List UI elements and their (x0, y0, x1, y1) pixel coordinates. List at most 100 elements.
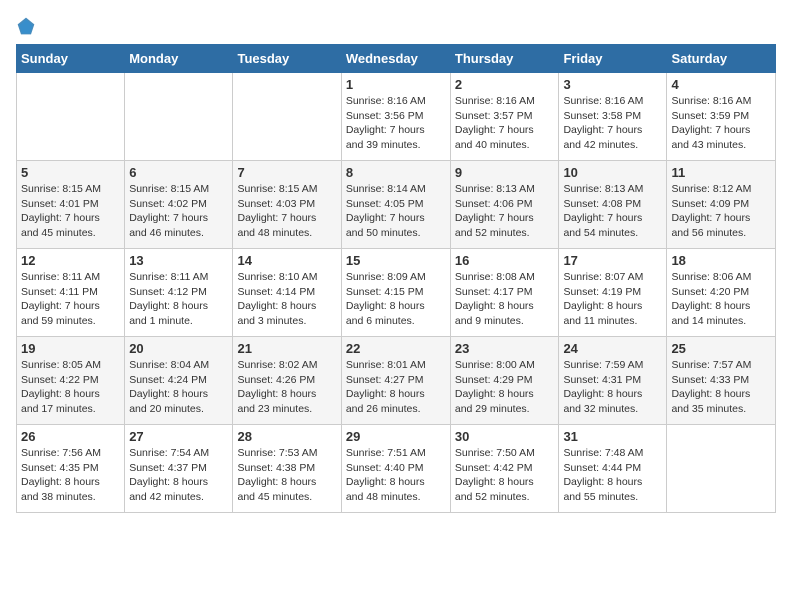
calendar-cell: 3 Sunrise: 8:16 AM Sunset: 3:58 PM Daylig… (559, 73, 667, 161)
day-number: 22 (346, 341, 446, 356)
calendar-cell: 27 Sunrise: 7:54 AM Sunset: 4:37 PM Dayli… (125, 425, 233, 513)
calendar-cell: 24Sunrise: 7:59 AM Sunset: 4:31 PM Dayli… (559, 337, 667, 425)
day-info: Sunrise: 8:11 AM Sunset: 4:12 PM Dayligh… (129, 270, 228, 329)
calendar-cell: 15 Sunrise: 8:09 AM Sunset: 4:15 PM Dayli… (341, 249, 450, 337)
day-info: Sunrise: 8:00 AM Sunset: 4:29 PM Dayligh… (455, 358, 555, 417)
day-number: 19 (21, 341, 120, 356)
calendar-cell (233, 73, 341, 161)
calendar-cell: 26 Sunrise: 7:56 AM Sunset: 4:35 PM Dayli… (17, 425, 125, 513)
calendar-cell: 25 Sunrise: 7:57 AM Sunset: 4:33 PM Dayli… (667, 337, 776, 425)
day-info: Sunrise: 8:13 AM Sunset: 4:06 PM Dayligh… (455, 182, 555, 241)
weekday-header-monday: Monday (125, 45, 233, 73)
day-number: 1 (346, 77, 446, 92)
day-info: Sunrise: 8:01 AM Sunset: 4:27 PM Dayligh… (346, 358, 446, 417)
day-number: 8 (346, 165, 446, 180)
calendar-cell: 16Sunrise: 8:08 AM Sunset: 4:17 PM Dayli… (450, 249, 559, 337)
day-info: Sunrise: 8:05 AM Sunset: 4:22 PM Dayligh… (21, 358, 120, 417)
calendar-cell: 31Sunrise: 7:48 AM Sunset: 4:44 PM Dayli… (559, 425, 667, 513)
calendar-cell: 23 Sunrise: 8:00 AM Sunset: 4:29 PM Dayli… (450, 337, 559, 425)
calendar-cell: 22 Sunrise: 8:01 AM Sunset: 4:27 PM Dayli… (341, 337, 450, 425)
week-row-3: 12 Sunrise: 8:11 AM Sunset: 4:11 PM Dayli… (17, 249, 776, 337)
calendar-cell: 8 Sunrise: 8:14 AM Sunset: 4:05 PM Daylig… (341, 161, 450, 249)
calendar-cell: 13Sunrise: 8:11 AM Sunset: 4:12 PM Dayli… (125, 249, 233, 337)
week-row-4: 19 Sunrise: 8:05 AM Sunset: 4:22 PM Dayli… (17, 337, 776, 425)
day-number: 25 (671, 341, 771, 356)
calendar-cell: 1 Sunrise: 8:16 AM Sunset: 3:56 PM Daylig… (341, 73, 450, 161)
day-info: Sunrise: 8:09 AM Sunset: 4:15 PM Dayligh… (346, 270, 446, 329)
day-number: 12 (21, 253, 120, 268)
day-number: 5 (21, 165, 120, 180)
day-info: Sunrise: 8:16 AM Sunset: 3:58 PM Dayligh… (563, 94, 662, 153)
day-info: Sunrise: 7:53 AM Sunset: 4:38 PM Dayligh… (237, 446, 336, 505)
day-info: Sunrise: 8:14 AM Sunset: 4:05 PM Dayligh… (346, 182, 446, 241)
day-info: Sunrise: 8:12 AM Sunset: 4:09 PM Dayligh… (671, 182, 771, 241)
day-info: Sunrise: 7:48 AM Sunset: 4:44 PM Dayligh… (563, 446, 662, 505)
day-number: 15 (346, 253, 446, 268)
day-info: Sunrise: 8:16 AM Sunset: 3:57 PM Dayligh… (455, 94, 555, 153)
day-info: Sunrise: 8:13 AM Sunset: 4:08 PM Dayligh… (563, 182, 662, 241)
day-info: Sunrise: 8:02 AM Sunset: 4:26 PM Dayligh… (237, 358, 336, 417)
logo-icon (16, 16, 36, 36)
day-info: Sunrise: 7:50 AM Sunset: 4:42 PM Dayligh… (455, 446, 555, 505)
day-info: Sunrise: 8:06 AM Sunset: 4:20 PM Dayligh… (671, 270, 771, 329)
day-info: Sunrise: 8:11 AM Sunset: 4:11 PM Dayligh… (21, 270, 120, 329)
calendar-table: SundayMondayTuesdayWednesdayThursdayFrid… (16, 44, 776, 513)
calendar-cell: 28Sunrise: 7:53 AM Sunset: 4:38 PM Dayli… (233, 425, 341, 513)
calendar-cell: 14 Sunrise: 8:10 AM Sunset: 4:14 PM Dayli… (233, 249, 341, 337)
day-info: Sunrise: 8:16 AM Sunset: 3:59 PM Dayligh… (671, 94, 771, 153)
calendar-cell: 5 Sunrise: 8:15 AM Sunset: 4:01 PM Daylig… (17, 161, 125, 249)
calendar-cell: 11 Sunrise: 8:12 AM Sunset: 4:09 PM Dayli… (667, 161, 776, 249)
day-info: Sunrise: 8:10 AM Sunset: 4:14 PM Dayligh… (237, 270, 336, 329)
calendar-cell: 2Sunrise: 8:16 AM Sunset: 3:57 PM Daylig… (450, 73, 559, 161)
day-number: 6 (129, 165, 228, 180)
day-number: 30 (455, 429, 555, 444)
day-number: 14 (237, 253, 336, 268)
week-row-1: 1 Sunrise: 8:16 AM Sunset: 3:56 PM Daylig… (17, 73, 776, 161)
day-number: 18 (671, 253, 771, 268)
calendar-cell: 30 Sunrise: 7:50 AM Sunset: 4:42 PM Dayli… (450, 425, 559, 513)
day-number: 11 (671, 165, 771, 180)
day-number: 10 (563, 165, 662, 180)
day-number: 20 (129, 341, 228, 356)
calendar-cell: 10 Sunrise: 8:13 AM Sunset: 4:08 PM Dayli… (559, 161, 667, 249)
day-info: Sunrise: 7:57 AM Sunset: 4:33 PM Dayligh… (671, 358, 771, 417)
weekday-header-wednesday: Wednesday (341, 45, 450, 73)
week-row-5: 26 Sunrise: 7:56 AM Sunset: 4:35 PM Dayli… (17, 425, 776, 513)
day-info: Sunrise: 8:08 AM Sunset: 4:17 PM Dayligh… (455, 270, 555, 329)
weekday-header-tuesday: Tuesday (233, 45, 341, 73)
calendar-cell (667, 425, 776, 513)
calendar-cell (17, 73, 125, 161)
calendar-cell: 12 Sunrise: 8:11 AM Sunset: 4:11 PM Dayli… (17, 249, 125, 337)
day-info: Sunrise: 8:04 AM Sunset: 4:24 PM Dayligh… (129, 358, 228, 417)
weekday-header-sunday: Sunday (17, 45, 125, 73)
calendar-cell: 17 Sunrise: 8:07 AM Sunset: 4:19 PM Dayli… (559, 249, 667, 337)
calendar-cell: 7 Sunrise: 8:15 AM Sunset: 4:03 PM Daylig… (233, 161, 341, 249)
day-info: Sunrise: 8:15 AM Sunset: 4:03 PM Dayligh… (237, 182, 336, 241)
day-number: 7 (237, 165, 336, 180)
calendar-cell: 19 Sunrise: 8:05 AM Sunset: 4:22 PM Dayli… (17, 337, 125, 425)
day-info: Sunrise: 8:15 AM Sunset: 4:02 PM Dayligh… (129, 182, 228, 241)
day-info: Sunrise: 7:54 AM Sunset: 4:37 PM Dayligh… (129, 446, 228, 505)
day-info: Sunrise: 8:16 AM Sunset: 3:56 PM Dayligh… (346, 94, 446, 153)
day-number: 29 (346, 429, 446, 444)
page-header (16, 16, 776, 36)
day-number: 3 (563, 77, 662, 92)
week-row-2: 5 Sunrise: 8:15 AM Sunset: 4:01 PM Daylig… (17, 161, 776, 249)
weekday-header-friday: Friday (559, 45, 667, 73)
day-number: 17 (563, 253, 662, 268)
weekday-header-row: SundayMondayTuesdayWednesdayThursdayFrid… (17, 45, 776, 73)
calendar-cell: 21 Sunrise: 8:02 AM Sunset: 4:26 PM Dayli… (233, 337, 341, 425)
calendar-cell: 29 Sunrise: 7:51 AM Sunset: 4:40 PM Dayli… (341, 425, 450, 513)
day-info: Sunrise: 7:51 AM Sunset: 4:40 PM Dayligh… (346, 446, 446, 505)
day-info: Sunrise: 8:07 AM Sunset: 4:19 PM Dayligh… (563, 270, 662, 329)
day-number: 27 (129, 429, 228, 444)
day-info: Sunrise: 7:56 AM Sunset: 4:35 PM Dayligh… (21, 446, 120, 505)
calendar-cell (125, 73, 233, 161)
calendar-cell: 6 Sunrise: 8:15 AM Sunset: 4:02 PM Daylig… (125, 161, 233, 249)
day-number: 9 (455, 165, 555, 180)
day-info: Sunrise: 8:15 AM Sunset: 4:01 PM Dayligh… (21, 182, 120, 241)
calendar-cell: 18 Sunrise: 8:06 AM Sunset: 4:20 PM Dayli… (667, 249, 776, 337)
day-number: 26 (21, 429, 120, 444)
day-number: 23 (455, 341, 555, 356)
day-number: 21 (237, 341, 336, 356)
